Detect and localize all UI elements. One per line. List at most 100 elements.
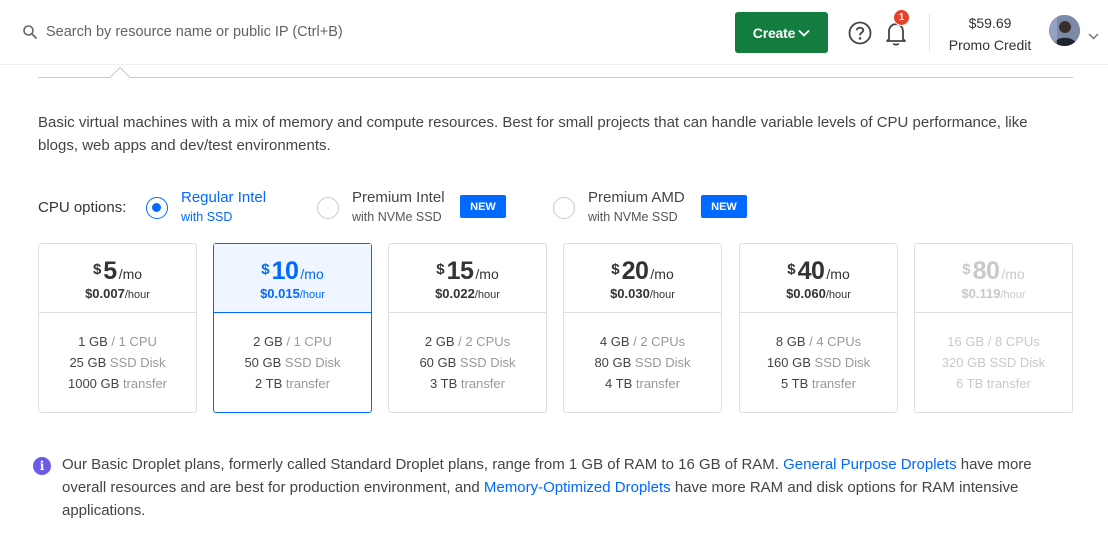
plan-card-15[interactable]: $ 15 /mo $0.022/hour 2 GB / 2 CPUs 60 GB… [388, 243, 547, 413]
spec-disk: 160 GB [766, 355, 811, 370]
price-hourly-unit: /hour [649, 289, 675, 301]
cpu-option-regular-intel[interactable]: Regular Intel with SSD [146, 188, 266, 226]
plan-card-10[interactable]: $ 10 /mo $0.015/hour 2 GB / 1 CPU 50 GB … [213, 243, 372, 413]
spec-transfer-label: transfer [811, 376, 856, 391]
chevron-down-icon[interactable] [1088, 27, 1099, 45]
spec-disk-label: SSD Disk [989, 355, 1046, 370]
spec-ram: 16 GB [947, 334, 985, 349]
search-bar[interactable] [22, 20, 386, 44]
spec-ram: 2 GB [253, 334, 283, 349]
cpu-option-title: Premium Intel [352, 189, 445, 206]
price-period: /mo [300, 266, 324, 282]
spec-cpu: / 2 CPUs [633, 334, 686, 349]
price-monthly: 15 [446, 257, 474, 285]
new-badge: NEW [460, 195, 506, 218]
cpu-option-subtitle: with NVMe SSD [588, 210, 678, 224]
chevron-down-icon [798, 29, 810, 37]
cpu-option-title: Premium AMD [588, 189, 685, 206]
new-badge: NEW [701, 195, 747, 218]
header-divider [929, 14, 930, 52]
price-currency: $ [92, 261, 102, 278]
plan-description: Basic virtual machines with a mix of mem… [38, 114, 1028, 154]
price-currency: $ [611, 261, 620, 278]
price-hourly-unit: /hour [124, 289, 150, 301]
price-currency: $ [436, 261, 445, 278]
cpu-option-subtitle: with NVMe SSD [352, 210, 442, 224]
spec-disk: 320 GB [941, 355, 986, 370]
cpu-option-premium-amd[interactable]: Premium AMD with NVMe SSD [553, 188, 685, 226]
info-text-1: Our Basic Droplet plans, formerly called… [62, 456, 779, 473]
spec-transfer-label: transfer [460, 376, 505, 391]
avatar[interactable] [1049, 15, 1080, 46]
price-hourly: $0.007 [85, 286, 125, 301]
price-monthly: 40 [797, 257, 825, 285]
cpu-options-label: CPU options: [38, 199, 127, 216]
memory-optimized-droplets-link[interactable]: Memory-Optimized Droplets [484, 479, 671, 496]
radio-button[interactable] [553, 197, 575, 219]
price-hourly: $0.015 [260, 286, 300, 301]
spec-transfer: 1000 GB [67, 376, 120, 391]
spec-transfer: 5 TB [781, 376, 809, 391]
spec-disk-label: SSD Disk [459, 355, 516, 370]
radio-button[interactable] [146, 197, 168, 219]
spec-ram: 8 GB [775, 334, 806, 349]
price-period: /mo [475, 266, 499, 282]
price-monthly: 80 [972, 257, 1000, 285]
price-period: /mo [118, 266, 143, 282]
price-period: /mo [826, 266, 850, 282]
create-button-label: Create [752, 24, 796, 41]
general-purpose-droplets-link[interactable]: General Purpose Droplets [783, 456, 956, 473]
price-hourly: $0.022 [435, 286, 475, 301]
price-hourly: $0.030 [610, 286, 650, 301]
price-hourly: $0.060 [786, 286, 826, 301]
price-monthly: 5 [103, 257, 117, 285]
create-button[interactable]: Create [735, 12, 828, 53]
price-hourly: $0.119 [961, 286, 1001, 301]
spec-cpu: / 2 CPUs [458, 334, 511, 349]
spec-ram: 2 GB [424, 334, 455, 349]
spec-transfer-label: transfer [122, 376, 168, 391]
spec-disk: 80 GB [594, 355, 632, 370]
plan-card-40[interactable]: $ 40 /mo $0.060/hour 8 GB / 4 CPUs 160 G… [739, 243, 898, 413]
plan-card-80: $ 80 /mo $0.119/hour 16 GB / 8 CPUs 320 … [914, 243, 1073, 413]
spec-transfer: 3 TB [430, 376, 458, 391]
help-icon[interactable] [848, 21, 872, 45]
spec-ram: 1 GB [78, 334, 108, 349]
promo-credit-label: Promo Credit [948, 37, 1032, 53]
price-monthly: 20 [621, 257, 649, 285]
price-currency: $ [787, 261, 796, 278]
spec-disk: 50 GB [244, 355, 282, 370]
spec-transfer: 4 TB [605, 376, 633, 391]
plan-card-5[interactable]: $ 5 /mo $0.007/hour 1 GB / 1 CPU 25 GB S… [38, 243, 197, 413]
spec-transfer-label: transfer [635, 376, 680, 391]
cpu-option-premium-intel[interactable]: Premium Intel with NVMe SSD [317, 188, 445, 226]
plan-card-20[interactable]: $ 20 /mo $0.030/hour 4 GB / 2 CPUs 80 GB… [563, 243, 722, 413]
spec-disk-label: SSD Disk [284, 355, 341, 370]
price-hourly-unit: /hour [1000, 289, 1026, 301]
info-icon: i [33, 457, 51, 475]
price-hourly-unit: /hour [299, 289, 325, 301]
spec-disk-label: SSD Disk [109, 355, 166, 370]
spec-disk: 60 GB [419, 355, 457, 370]
price-currency: $ [962, 261, 971, 278]
notification-count-badge[interactable]: 1 [893, 9, 910, 26]
price-currency: $ [261, 261, 270, 278]
spec-ram: 4 GB [599, 334, 630, 349]
top-header: Create 1 $59.69 Promo Credit [0, 0, 1108, 65]
price-hourly-unit: /hour [825, 289, 851, 301]
spec-transfer-label: transfer [986, 376, 1031, 391]
promo-credit-amount: $59.69 [968, 15, 1012, 31]
spec-transfer: 6 TB [956, 376, 984, 391]
price-period: /mo [1001, 266, 1025, 282]
price-monthly: 10 [271, 257, 299, 285]
spec-cpu: / 4 CPUs [809, 334, 862, 349]
spec-cpu: / 1 CPU [111, 334, 157, 349]
spec-cpu: / 8 CPUs [987, 334, 1040, 349]
tab-indicator-line [38, 66, 1073, 78]
spec-cpu: / 1 CPU [286, 334, 332, 349]
spec-transfer-label: transfer [285, 376, 330, 391]
price-period: /mo [650, 266, 674, 282]
cpu-option-subtitle: with SSD [181, 210, 233, 224]
radio-button[interactable] [317, 197, 339, 219]
search-input[interactable] [46, 24, 386, 40]
